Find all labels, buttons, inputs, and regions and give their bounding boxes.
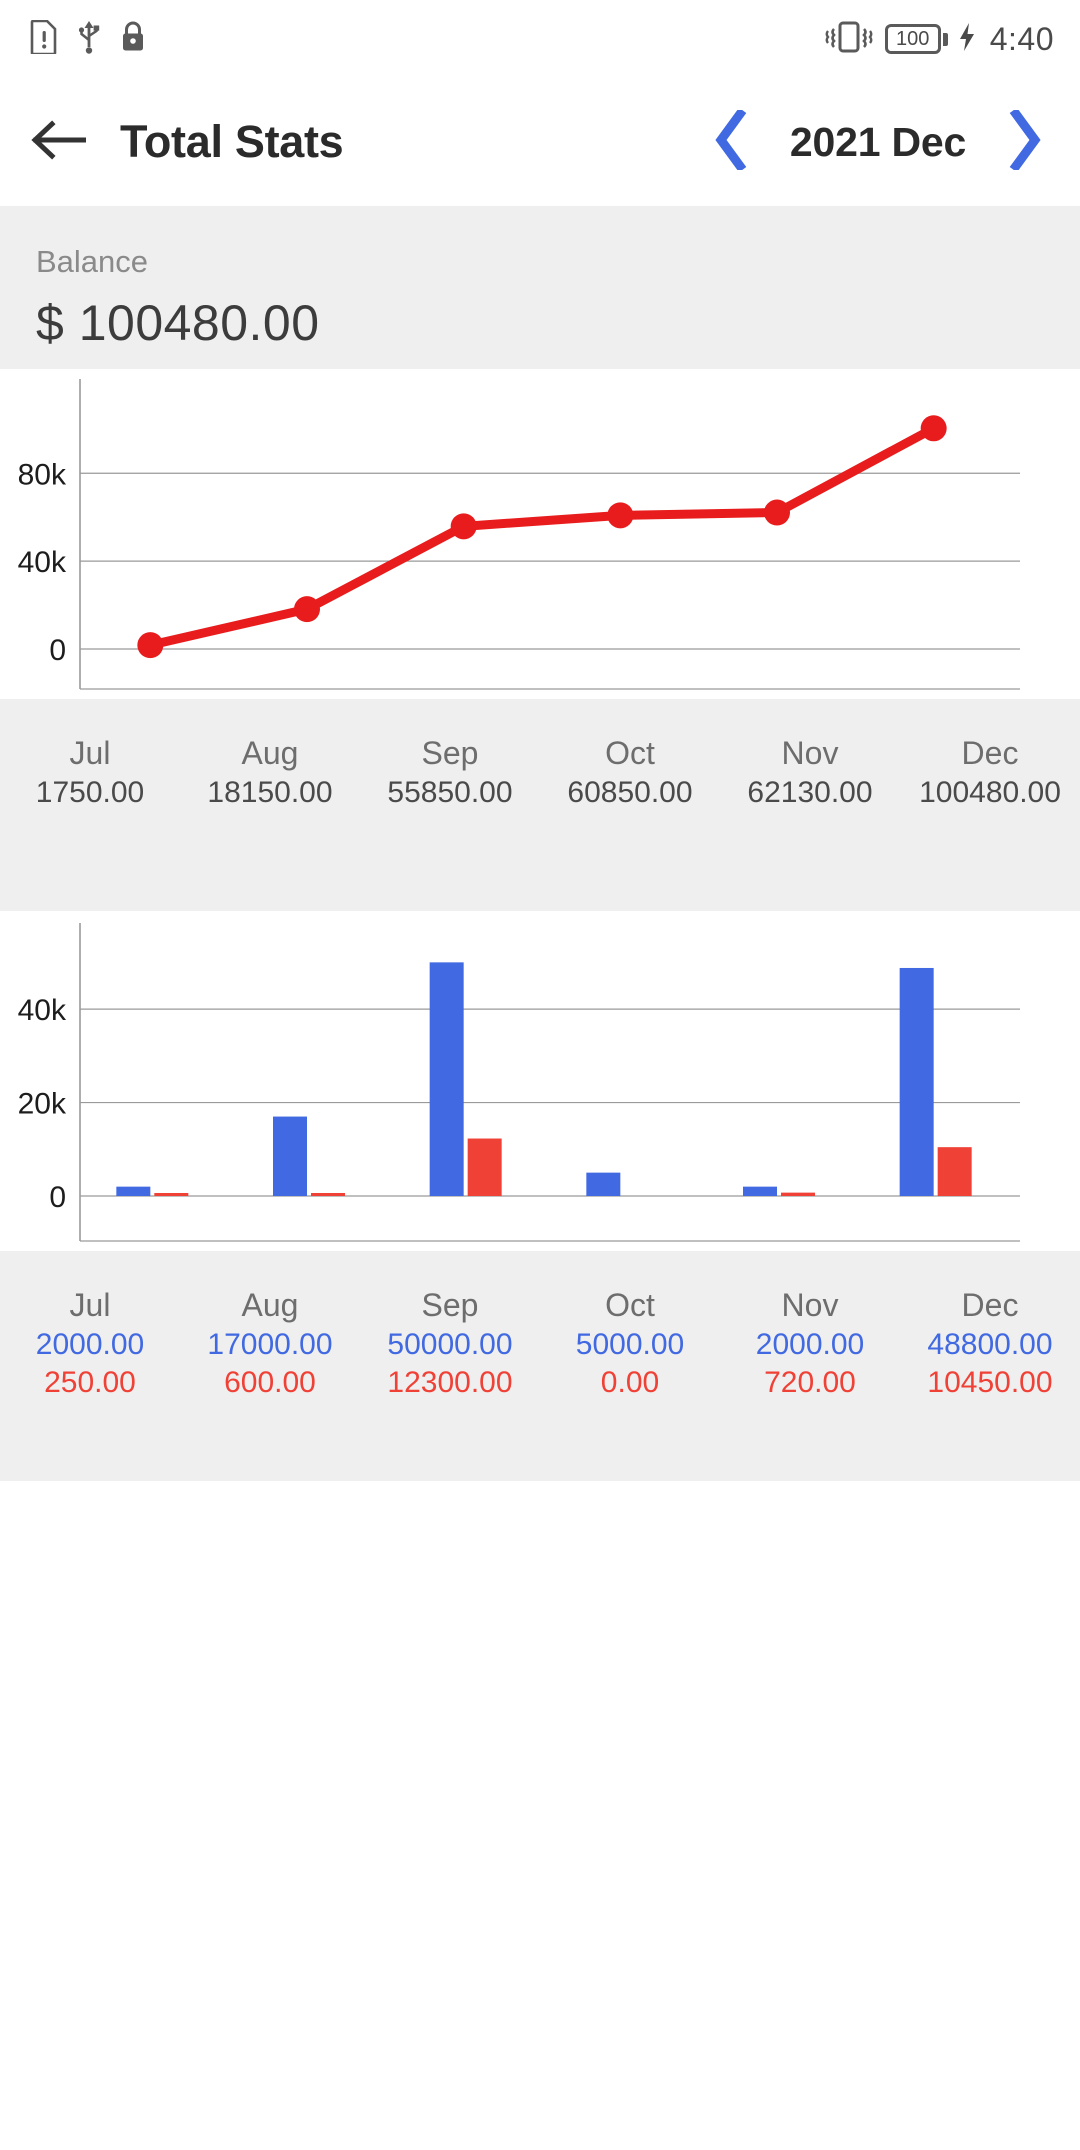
chevron-left-icon [712,107,750,175]
y-axis-tick-label: 20k [18,1088,67,1121]
prev-month-button[interactable] [700,103,762,181]
balance-value-label: 55850.00 [387,775,513,809]
status-bar: 100 4:40 [0,0,1080,78]
balance-value-label: 62130.00 [747,775,873,809]
line-label-col-dec: Dec 100480.00 [900,733,1080,911]
line-label-col-aug: Aug 18150.00 [180,733,360,911]
month-label: Sep [421,735,479,771]
income-value-label: 2000.00 [35,1327,145,1361]
bar-expense-nov[interactable] [781,1192,815,1196]
line-label-col-sep: Sep 55850.00 [360,733,540,911]
back-arrow-icon [30,119,87,165]
page-title: Total Stats [120,116,344,167]
back-button[interactable] [24,108,92,176]
line-data-point-aug[interactable] [294,596,320,623]
balance-value-label: 100480.00 [919,775,1061,809]
line-chart-label-row: Jul 1750.00 Aug 18150.00 Sep 55850.00 Oct 60850… [0,733,1080,911]
bar-chart-canvas: 0 20k 40k [18,923,1020,1242]
expense-value-label: 12300.00 [387,1366,513,1400]
balance-value-label: 18150.00 [207,775,333,809]
status-bar-right-icons: 100 4:40 [823,20,1054,59]
bar-expense-aug[interactable] [311,1193,345,1196]
balance-label: Balance [36,244,149,279]
current-month-label[interactable]: 2021 Dec [768,119,988,166]
bar-income-oct[interactable] [586,1172,621,1196]
line-label-col-nov: Nov 62130.00 [720,733,900,911]
line-data-point-jul[interactable] [137,632,164,659]
usb-icon [76,20,102,59]
line-chart-canvas: 0 40k 80k [18,379,1020,690]
bar-label-col-oct: Oct 5000.00 0.00 [540,1285,720,1481]
month-label: Sep [421,1287,479,1323]
charging-bolt-icon [958,22,976,57]
bar-income-dec[interactable] [899,967,934,1196]
y-axis-tick-label: 40k [18,994,67,1027]
y-axis-tick-label: 80k [18,458,67,491]
month-label: Jul [69,735,111,771]
bar-chart-label-strip: Jul 2000.00 250.00 Aug 17000.00 600.00 Sep 5000… [0,1251,1080,1481]
bar-income-sep[interactable] [429,962,464,1196]
month-label: Aug [241,1287,299,1323]
battery-level-label: 100 [896,28,930,50]
month-label: Dec [961,735,1019,771]
expense-value-label: 10450.00 [927,1366,1053,1400]
month-label: Oct [605,735,655,771]
expense-value-label: 0.00 [600,1366,660,1400]
y-axis-tick-label: 0 [49,1181,66,1214]
line-data-point-oct[interactable] [607,502,634,529]
line-label-col-jul: Jul 1750.00 [0,733,180,911]
income-expense-bar-chart: 0 20k 40k [0,911,1080,1251]
income-value-label: 17000.00 [207,1327,333,1361]
bar-income-aug[interactable] [273,1116,307,1196]
bar-label-col-nov: Nov 2000.00 720.00 [720,1285,900,1481]
expense-value-label: 720.00 [764,1366,856,1400]
y-axis-tick-label: 40k [18,546,67,579]
balance-value-label: 1750.00 [35,775,145,809]
lock-icon [120,20,146,58]
status-bar-left-icons [30,19,146,59]
month-label: Jul [69,1287,111,1323]
line-data-point-nov[interactable] [764,499,790,526]
month-label: Nov [781,735,839,771]
month-navigator: 2021 Dec [700,103,1056,181]
line-data-point-sep[interactable] [450,513,477,540]
bar-expense-jul[interactable] [154,1193,189,1196]
income-value-label: 48800.00 [927,1327,1053,1361]
line-data-point-dec[interactable] [920,415,947,442]
vibrate-icon [823,20,875,59]
line-series-balance [145,423,939,650]
battery-icon: 100 [884,24,948,54]
month-label: Aug [241,735,299,771]
line-label-col-oct: Oct 60850.00 [540,733,720,911]
line-chart-label-strip: Jul 1750.00 Aug 18150.00 Sep 55850.00 Oct 60850… [0,699,1080,911]
sim-alert-icon [30,19,58,59]
income-value-label: 5000.00 [575,1327,685,1361]
bar-expense-sep[interactable] [467,1138,502,1196]
clock-label: 4:40 [989,20,1054,57]
balance-panel: Balance $ 100480.00 [0,206,1080,369]
bar-chart-label-row: Jul 2000.00 250.00 Aug 17000.00 600.00 Sep 5000… [0,1285,1080,1481]
month-label: Oct [605,1287,655,1323]
bar-label-col-aug: Aug 17000.00 600.00 [180,1285,360,1481]
bar-label-col-jul: Jul 2000.00 250.00 [0,1285,180,1481]
bar-label-col-dec: Dec 48800.00 10450.00 [900,1285,1080,1481]
next-month-button[interactable] [994,103,1056,181]
bar-label-col-sep: Sep 50000.00 12300.00 [360,1285,540,1481]
income-value-label: 50000.00 [387,1327,513,1361]
y-axis-tick-label: 0 [49,634,66,667]
balance-line-chart: 0 40k 80k [0,369,1080,699]
app-bar: Total Stats 2021 Dec [0,78,1080,206]
expense-value-label: 250.00 [44,1366,136,1400]
bar-expense-dec[interactable] [937,1147,972,1196]
chevron-right-icon [1006,107,1044,175]
balance-amount: $ 100480.00 [36,295,320,351]
income-value-label: 2000.00 [755,1327,865,1361]
bar-income-nov[interactable] [743,1186,777,1196]
expense-value-label: 600.00 [224,1366,316,1400]
balance-value-label: 60850.00 [567,775,693,809]
bar-income-jul[interactable] [116,1186,151,1196]
month-label: Dec [961,1287,1019,1323]
month-label: Nov [781,1287,839,1323]
